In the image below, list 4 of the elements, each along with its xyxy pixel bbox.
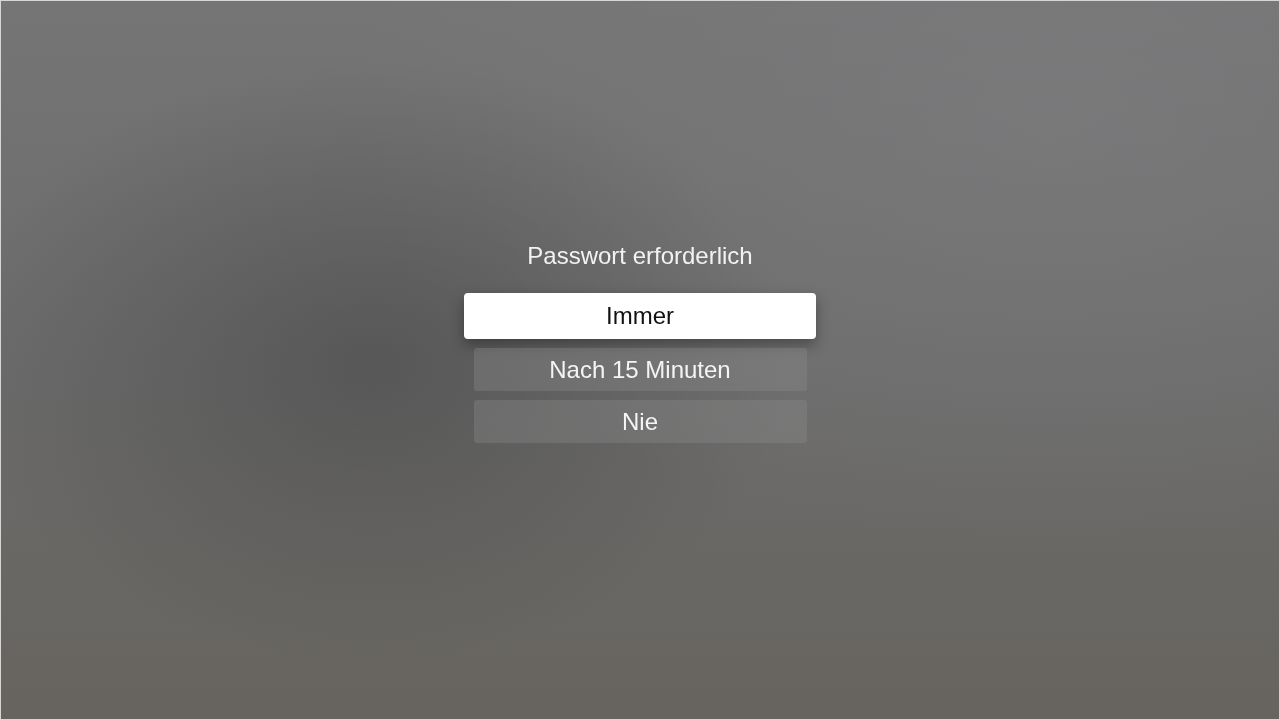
- option-button[interactable]: Immer: [464, 293, 816, 339]
- option-button[interactable]: Nach 15 Minuten: [473, 348, 807, 391]
- dialog-title: Passwort erforderlich: [527, 241, 753, 271]
- option-button[interactable]: Nie: [473, 400, 807, 443]
